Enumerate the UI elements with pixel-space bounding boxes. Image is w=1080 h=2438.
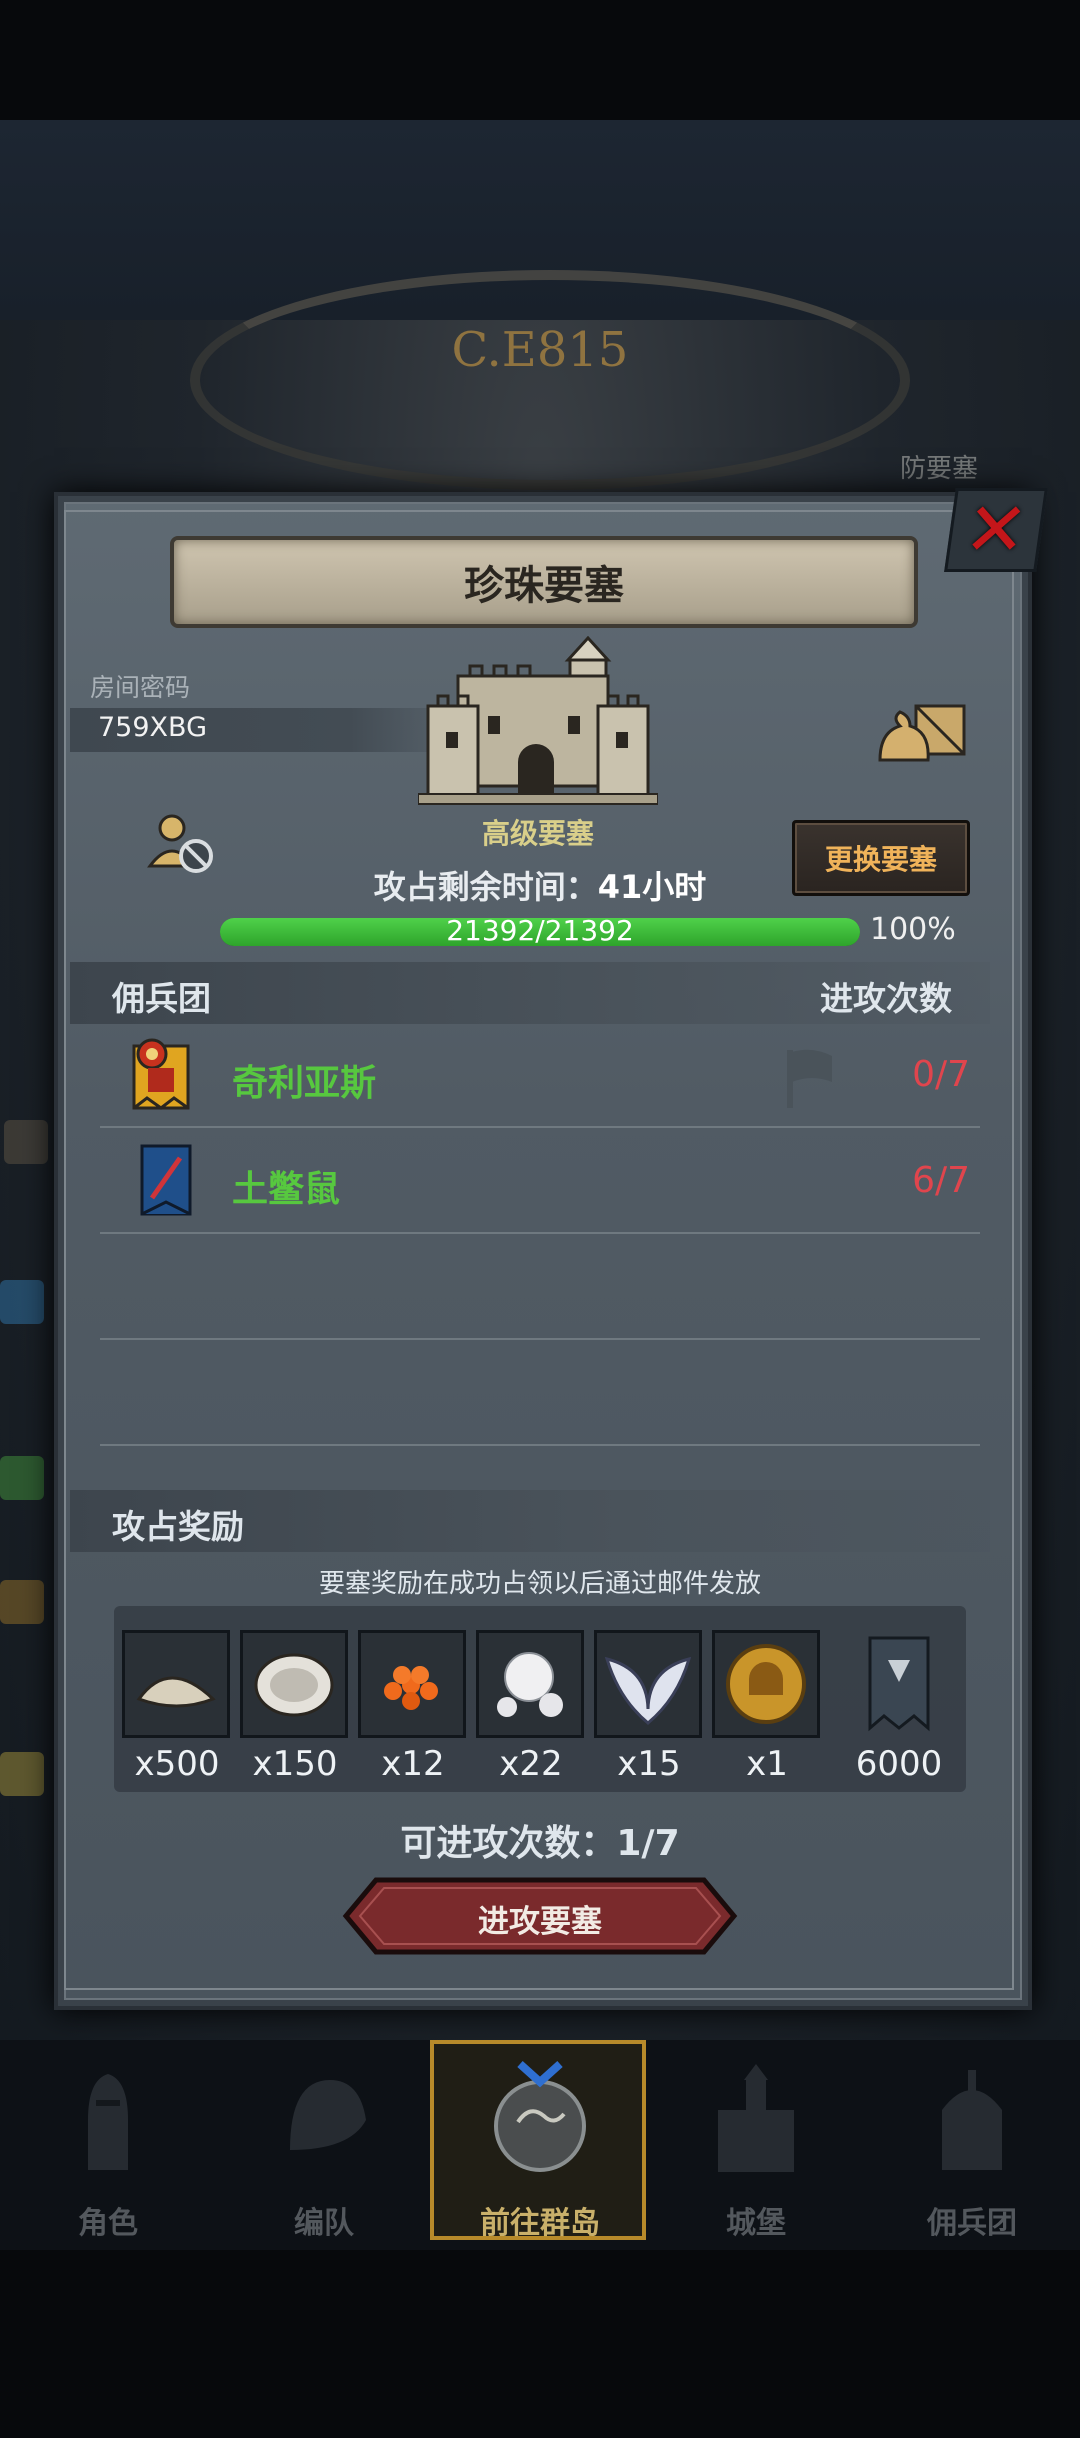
compass-map-icon: [494, 2061, 586, 2172]
reward-qty: x1: [746, 1744, 788, 1784]
banner-red-yellow-icon: [132, 1038, 190, 1110]
time-left-value: 41小时: [597, 868, 707, 906]
guild-banner-icon[interactable]: [848, 1630, 956, 1738]
side-target-icon: [0, 1580, 44, 1624]
reward-qty: x15: [617, 1744, 681, 1784]
available-attacks: 可进攻次数：1/7: [400, 1823, 680, 1864]
occupy-time-left: 攻占剩余时间：41小时: [120, 862, 960, 908]
hp-text: 21392/21392: [446, 914, 634, 947]
nav-label: 城堡: [726, 2206, 786, 2241]
bag-and-crate-icon[interactable]: [876, 696, 968, 766]
title-banner: 珍珠要塞: [170, 536, 918, 628]
dialog-title: 珍珠要塞: [464, 563, 624, 609]
close-icon: ✕: [958, 487, 1034, 573]
hp-percent: 100%: [870, 912, 956, 947]
row-divider: [100, 1126, 980, 1128]
mercenary-section-title: 佣兵团: [112, 979, 211, 1018]
side-quest-icon: [4, 1120, 48, 1164]
nav-label: 角色: [78, 2206, 138, 2241]
close-button[interactable]: ✕: [944, 487, 1048, 573]
room-code-label: 房间密码: [90, 673, 191, 702]
time-left-label: 攻占剩余时间：: [373, 868, 598, 906]
bottom-safe-area: [0, 2250, 1080, 2438]
attack-count: 6/7: [912, 1160, 970, 1201]
mercenary-icon: [942, 2070, 1002, 2170]
fortress-level: 高级要塞: [481, 817, 594, 850]
attack-count-header: 进攻次数: [820, 979, 952, 1018]
oyster-icon[interactable]: [240, 1630, 348, 1738]
reward-note: 要塞奖励在成功占领以后通过邮件发放: [318, 1569, 761, 1599]
nav-castle[interactable]: 城堡: [648, 2050, 864, 2241]
era-label: C.E815: [451, 322, 629, 378]
wing-emblem-icon[interactable]: [594, 1630, 702, 1738]
mercenary-name[interactable]: 土鳖鼠: [232, 1160, 340, 1212]
status-bar-area: [0, 0, 1080, 120]
fortress-castle-icon: [418, 636, 658, 805]
reward-qty: x150: [252, 1744, 338, 1784]
nav-label: 佣兵团: [927, 2206, 1017, 2241]
nav-character[interactable]: 角色: [0, 2050, 216, 2241]
reward-section-title: 攻占奖励: [112, 1507, 244, 1546]
flag-icon: [787, 1049, 832, 1108]
nav-mercenary[interactable]: 佣兵团: [864, 2050, 1080, 2241]
row-divider: [100, 1338, 980, 1340]
nav-islands[interactable]: 前往群岛: [432, 2050, 648, 2241]
knight-helmet-coin-icon[interactable]: [712, 1630, 820, 1738]
attack-fortress-label: 进攻要塞: [478, 1904, 602, 1940]
helmet-icon: [290, 2080, 366, 2150]
side-search-icon: [0, 1752, 44, 1796]
knight-icon: [88, 2074, 128, 2170]
mercenary-name[interactable]: 奇利亚斯: [232, 1054, 376, 1106]
reward-qty: x500: [134, 1744, 220, 1784]
nav-label: 前往群岛: [480, 2206, 600, 2241]
nav-formation[interactable]: 编队: [216, 2050, 432, 2241]
reward-qty: x12: [381, 1744, 445, 1784]
shell-powder-icon[interactable]: [122, 1630, 230, 1738]
side-map-icon: [0, 1456, 44, 1500]
side-swords-icon: [0, 1280, 44, 1324]
background-fortress-label: 防要塞: [900, 454, 979, 484]
room-code[interactable]: 759XBG: [98, 712, 207, 743]
reward-qty: 6000: [855, 1744, 943, 1784]
row-divider: [100, 1232, 980, 1234]
reward-qty: x22: [499, 1744, 563, 1784]
castle-icon: [718, 2064, 794, 2172]
fish-roe-icon[interactable]: [358, 1630, 466, 1738]
nav-label: 编队: [294, 2206, 354, 2241]
row-divider: [100, 1444, 980, 1446]
attack-count: 0/7: [912, 1054, 970, 1095]
era-clock-ring: [190, 270, 910, 490]
pearl-icon[interactable]: [476, 1630, 584, 1738]
banner-blue-icon: [140, 1144, 192, 1216]
